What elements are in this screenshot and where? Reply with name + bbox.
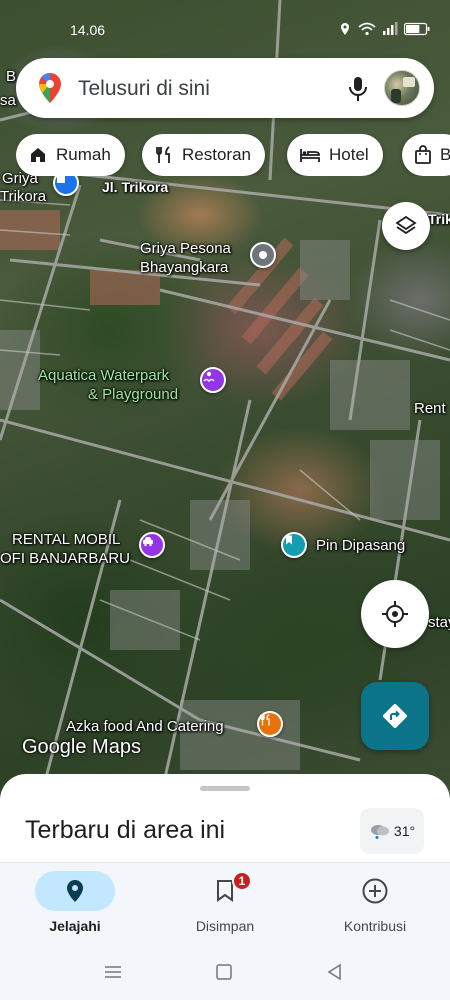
- status-bar: 14.06: [0, 0, 450, 40]
- map-label: Trikora: [0, 188, 47, 205]
- nav-saved[interactable]: 1 Disimpan: [150, 863, 300, 947]
- chip-label: Rumah: [56, 145, 111, 164]
- my-location-button[interactable]: [361, 580, 429, 648]
- place-label-griya-pesona[interactable]: Griya Pesona: [140, 240, 231, 258]
- map-label: sa: [0, 92, 16, 109]
- add-circle-icon: [362, 878, 388, 904]
- location-pin-icon[interactable]: [250, 242, 276, 268]
- place-label-aquatica[interactable]: Aquatica Waterpark: [38, 367, 169, 385]
- restaurant-pin-icon[interactable]: [257, 711, 283, 737]
- crosshair-icon: [382, 601, 408, 627]
- place-label-pin-dipasang[interactable]: Pin Dipasang: [316, 537, 405, 555]
- waterpark-pin-icon[interactable]: [200, 367, 226, 393]
- chip-label: Restoran: [182, 145, 251, 164]
- place-label-rent[interactable]: Rent: [414, 400, 446, 418]
- recent-apps-button[interactable]: [101, 960, 125, 984]
- road-label-trikora: Jl. Trikora: [102, 179, 169, 195]
- sheet-title: Terbaru di area ini: [25, 816, 226, 844]
- bottom-sheet[interactable]: Terbaru di area ini 31°: [0, 774, 450, 864]
- system-navigation-bar: [0, 946, 450, 1000]
- location-status-icon: [341, 23, 349, 35]
- google-maps-logo: Google Maps: [22, 736, 141, 758]
- weather-temperature: 31°: [393, 823, 416, 839]
- square-icon: [216, 964, 232, 980]
- place-label-griya-pesona-2[interactable]: Bhayangkara: [140, 259, 228, 277]
- category-chips: Rumah Restoran Hotel B: [16, 134, 450, 176]
- sheet-drag-handle[interactable]: [200, 786, 250, 791]
- road-label-trikora-right: Trik: [428, 211, 450, 227]
- nav-active-indicator: [35, 871, 115, 911]
- status-time: 14.06: [70, 22, 106, 38]
- layers-button[interactable]: [382, 202, 430, 250]
- home-button[interactable]: [212, 960, 236, 984]
- layers-icon: [395, 215, 417, 235]
- chip-shopping[interactable]: B: [402, 134, 450, 176]
- shopping-bag-icon: [415, 145, 431, 164]
- bottom-navigation: Jelajahi 1 Disimpan Kontribusi: [0, 862, 450, 946]
- hotel-icon: [300, 149, 320, 162]
- battery-icon: [404, 22, 430, 36]
- search-input[interactable]: Telusuri di sini: [78, 77, 210, 101]
- nav-saved-label: Disimpan: [195, 918, 255, 934]
- location-pin-icon: [67, 880, 83, 902]
- chip-label: Hotel: [329, 145, 369, 164]
- place-label-rental-mobil[interactable]: RENTAL MOBIL: [12, 531, 120, 549]
- place-label-stay[interactable]: stay: [428, 614, 450, 632]
- place-label-aquatica-2[interactable]: & Playground: [88, 386, 178, 404]
- weather-chip[interactable]: 31°: [360, 808, 424, 854]
- restaurant-icon: [156, 146, 170, 163]
- nav-contribute[interactable]: Kontribusi: [300, 863, 450, 947]
- directions-icon: [383, 704, 407, 728]
- search-bar[interactable]: Telusuri di sini: [16, 58, 434, 118]
- nav-explore-label: Jelajahi: [49, 918, 101, 934]
- back-button[interactable]: [323, 960, 347, 984]
- nav-contribute-icon-wrap: [335, 871, 415, 911]
- saved-badge: 1: [232, 871, 252, 891]
- nav-saved-icon-wrap: [185, 871, 265, 911]
- cloudy-rain-icon: [370, 825, 389, 839]
- car-rental-pin-icon[interactable]: [139, 532, 165, 558]
- signal-icon: [383, 22, 398, 35]
- map-roads: [0, 0, 450, 800]
- map-canvas[interactable]: B sa Griya Trikora Jl. Trikora Trik Griy…: [0, 0, 450, 800]
- place-label-azka[interactable]: Azka food And Catering: [66, 718, 224, 736]
- microphone-icon[interactable]: [348, 76, 368, 102]
- chip-label: B: [440, 145, 450, 164]
- avatar[interactable]: [384, 70, 420, 106]
- map-label: B: [6, 68, 17, 85]
- place-label-rental-mobil-2[interactable]: OFI BANJARBARU: [0, 550, 130, 568]
- chip-hotel[interactable]: Hotel: [287, 134, 383, 176]
- wifi-icon: [358, 22, 376, 36]
- google-maps-pin-icon: [39, 73, 61, 103]
- status-icons: [338, 22, 430, 36]
- menu-lines-icon: [105, 966, 121, 978]
- back-triangle-icon: [327, 963, 341, 981]
- nav-explore[interactable]: Jelajahi: [0, 863, 150, 947]
- bookmark-pin-icon[interactable]: [281, 532, 307, 558]
- nav-contribute-label: Kontribusi: [343, 918, 407, 934]
- directions-button[interactable]: [361, 682, 429, 750]
- chip-restaurant[interactable]: Restoran: [142, 134, 265, 176]
- home-icon: [31, 148, 45, 162]
- chip-home[interactable]: Rumah: [16, 134, 125, 176]
